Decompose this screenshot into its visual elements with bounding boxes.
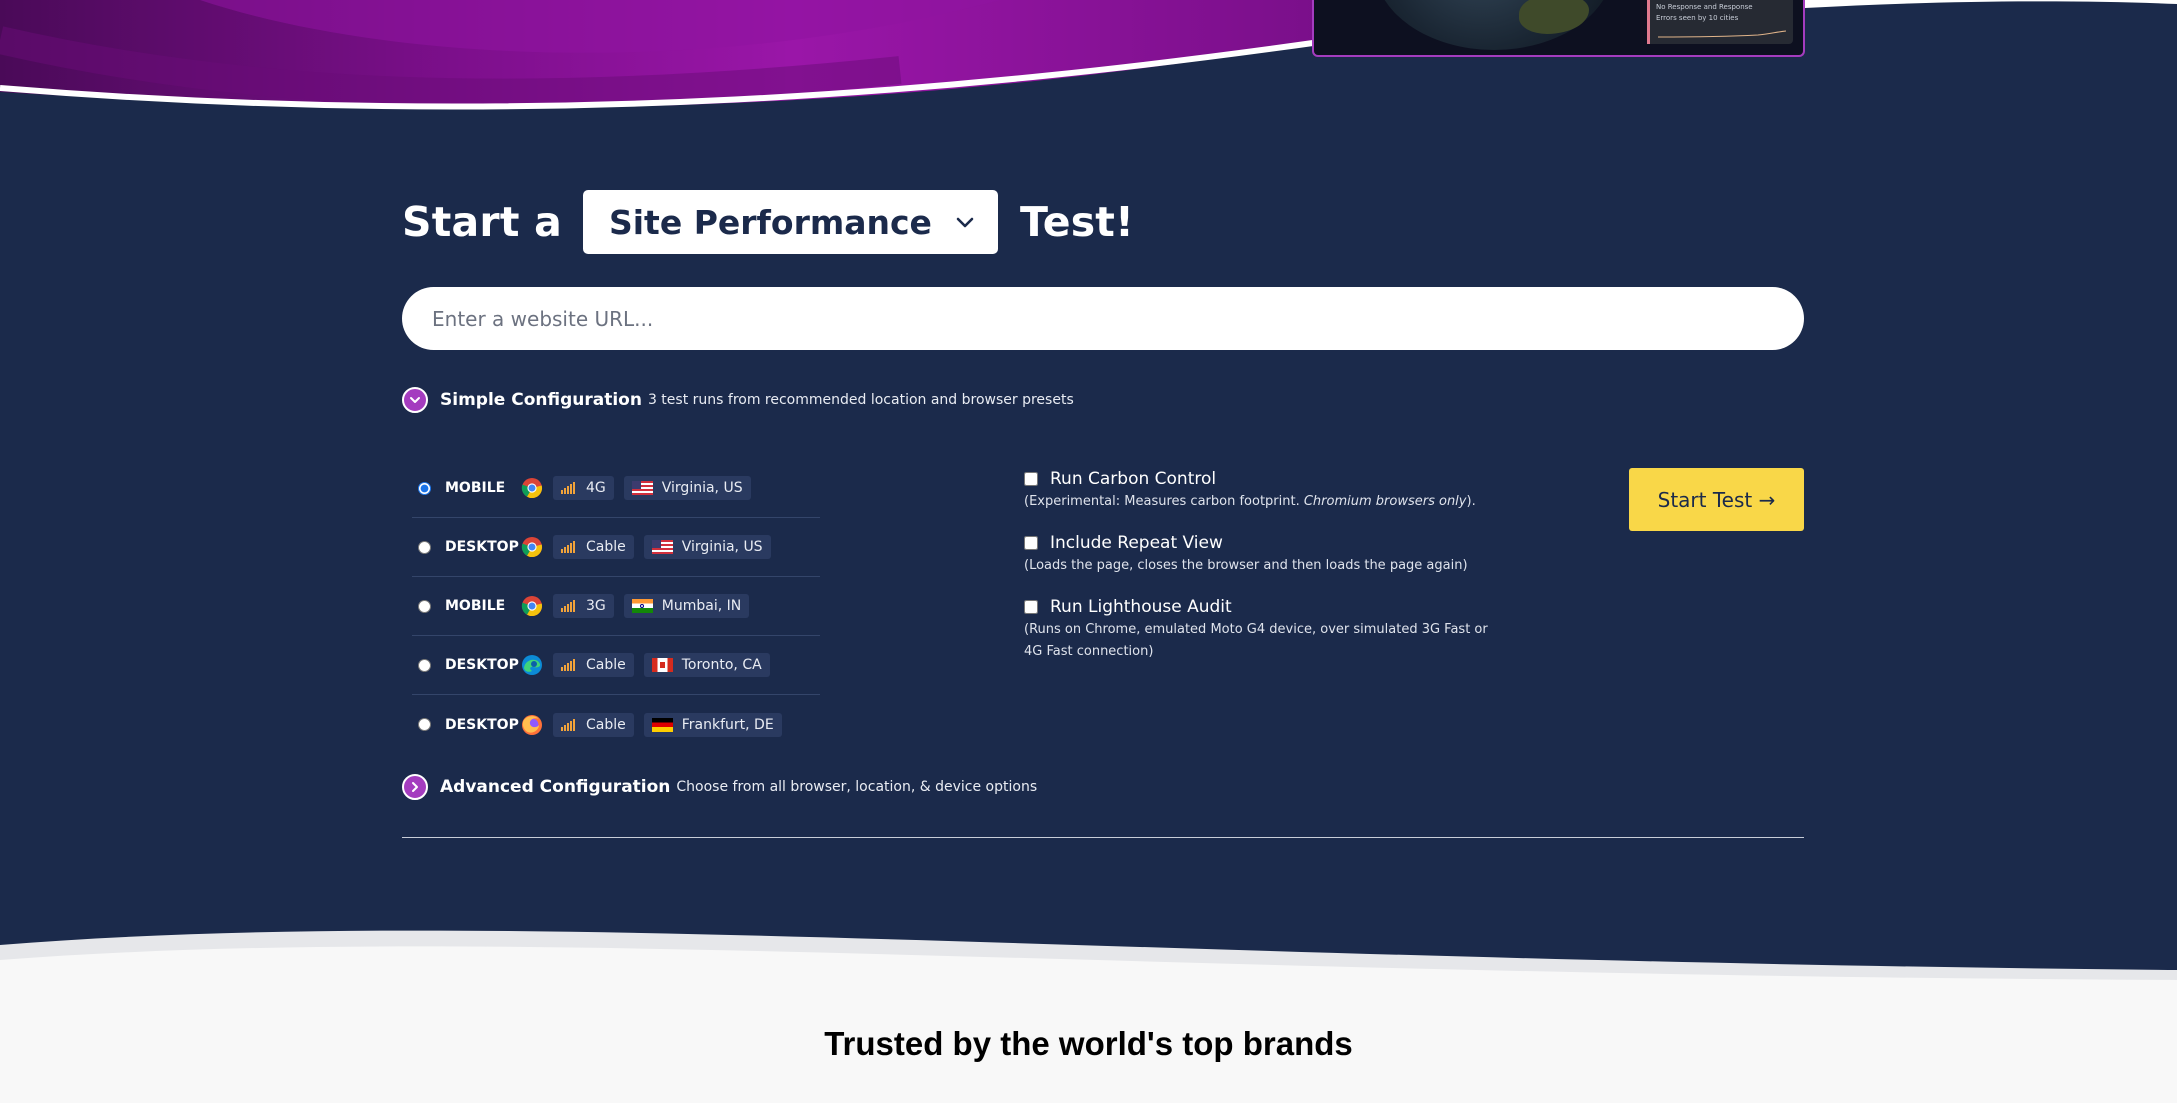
preset-row[interactable]: MOBILE 3G Mumbai, IN [412,577,820,636]
repeat-view-option: Include Repeat View (Loads the page, clo… [1024,533,1494,577]
preset-device: MOBILE [445,480,506,496]
preset-connection: Cable [553,535,634,559]
preset-connection: Cable [553,653,634,677]
repeat-view-hint: (Loads the page, closes the browser and … [1024,558,1468,573]
preset-location-label: Virginia, US [681,539,763,555]
in-flag-icon [631,599,653,613]
signal-bars-icon [561,482,576,494]
preset-row[interactable]: MOBILE 4G Virginia, US [412,459,820,518]
preset-radio[interactable] [418,658,431,672]
preset-radio[interactable] [418,540,431,554]
signal-bars-icon [561,541,576,553]
firefox-icon [521,714,543,736]
hero-wave-graphic [0,0,2177,140]
test-type-selected-value: Site Performance [608,202,932,242]
website-url-input[interactable] [402,287,1804,350]
chevron-down-icon [956,217,974,228]
de-flag-icon [651,717,673,732]
us-flag-icon [651,540,673,554]
sparkline-graphic [1658,30,1786,38]
preset-list: MOBILE 4G Virginia, US DESKTOP Cable Virginia… [412,459,820,754]
lighthouse-option: Run Lighthouse Audit (Runs on Chrome, em… [1024,597,1494,663]
bottom-wave-section [0,930,2177,1103]
advanced-config-toggle[interactable]: Advanced Configuration Choose from all b… [402,774,1037,800]
preset-connection: 4G [553,476,614,500]
section-divider [402,837,1804,838]
preset-device: DESKTOP [445,716,519,733]
carbon-control-label[interactable]: Run Carbon Control [1024,469,1494,489]
signal-bars-icon [561,659,576,671]
simple-config-title: Simple Configuration [440,390,642,410]
preset-radio[interactable] [418,599,431,613]
chrome-icon [521,536,543,558]
preset-connection: Cable [553,712,634,737]
preset-row[interactable]: DESKTOP Cable Frankfurt, DE [412,695,820,754]
carbon-control-text: Run Carbon Control [1050,469,1217,489]
start-test-button[interactable]: Start Test → [1629,468,1804,531]
preset-connection-label: Cable [586,657,626,673]
preset-location: Virginia, US [643,535,771,559]
test-options: Run Carbon Control (Experimental: Measur… [1024,469,1494,683]
repeat-view-label[interactable]: Include Repeat View [1024,533,1494,553]
simple-config-description: 3 test runs from recommended location an… [647,392,1074,408]
preset-device: MOBILE [445,598,506,614]
preset-connection-label: Cable [586,716,626,733]
lighthouse-label[interactable]: Run Lighthouse Audit [1024,597,1494,617]
carbon-control-option: Run Carbon Control (Experimental: Measur… [1024,469,1494,513]
preview-stats-line-2: Errors seen by 10 cities [1656,14,1739,22]
preset-location-label: Mumbai, IN [661,598,742,614]
simple-config-toggle[interactable]: Simple Configuration 3 test runs from re… [402,387,1074,413]
repeat-view-checkbox[interactable] [1024,536,1038,550]
preset-location-label: Frankfurt, DE [681,716,774,733]
lighthouse-hint: (Runs on Chrome, emulated Moto G4 device… [1024,622,1488,659]
chevron-down-icon [402,387,428,413]
globe-landmass [1519,0,1589,34]
preset-location: Mumbai, IN [623,594,750,618]
signal-bars-icon [561,600,576,612]
preset-radio[interactable] [418,718,431,731]
hero-preview-screenshot: No Response and Response Errors seen by … [1312,0,1805,57]
test-type-select[interactable]: Site Performance [582,190,998,254]
preset-device: DESKTOP [445,539,519,555]
brands-heading: Trusted by the world's top brands [824,1025,1353,1062]
chrome-icon [521,477,543,499]
preset-location: Virginia, US [623,476,751,500]
preview-stats-panel: No Response and Response Errors seen by … [1647,0,1793,44]
lighthouse-checkbox[interactable] [1024,600,1038,614]
carbon-control-hint: (Experimental: Measures carbon footprint… [1024,491,1494,513]
hero-banner [0,0,2177,140]
carbon-control-checkbox[interactable] [1024,472,1038,486]
carbon-hint-suffix: ). [1466,494,1476,509]
preset-device: DESKTOP [445,657,519,673]
start-test-heading: Start a Site Performance Test! [402,190,1134,254]
preset-connection-label: 3G [586,598,606,614]
start-prefix-text: Start a [402,198,562,246]
preset-connection-label: Cable [586,539,626,555]
start-suffix-text: Test! [1019,198,1134,246]
carbon-hint-prefix: (Experimental: Measures carbon footprint… [1024,494,1304,509]
repeat-view-text: Include Repeat View [1050,533,1223,553]
preset-row[interactable]: DESKTOP Cable Toronto, CA [412,636,820,695]
ca-flag-icon [651,658,673,672]
chrome-icon [521,595,543,617]
preset-location: Toronto, CA [643,653,770,677]
carbon-hint-emphasis: Chromium browsers only [1303,494,1467,509]
preset-row[interactable]: DESKTOP Cable Virginia, US [412,518,820,577]
edge-icon [521,654,543,676]
preset-location-label: Virginia, US [661,480,743,496]
preset-location: Frankfurt, DE [643,712,782,737]
chevron-right-icon [402,774,428,800]
us-flag-icon [631,481,653,495]
signal-bars-icon [561,718,576,731]
preset-location-label: Toronto, CA [681,657,762,673]
advanced-config-description: Choose from all browser, location, & dev… [676,779,1038,795]
preset-connection: 3G [553,594,614,618]
preview-stats-line-1: No Response and Response [1656,3,1753,11]
preset-connection-label: 4G [586,480,606,496]
preset-radio[interactable] [418,481,431,495]
lighthouse-text: Run Lighthouse Audit [1050,597,1232,617]
advanced-config-title: Advanced Configuration [440,777,671,797]
